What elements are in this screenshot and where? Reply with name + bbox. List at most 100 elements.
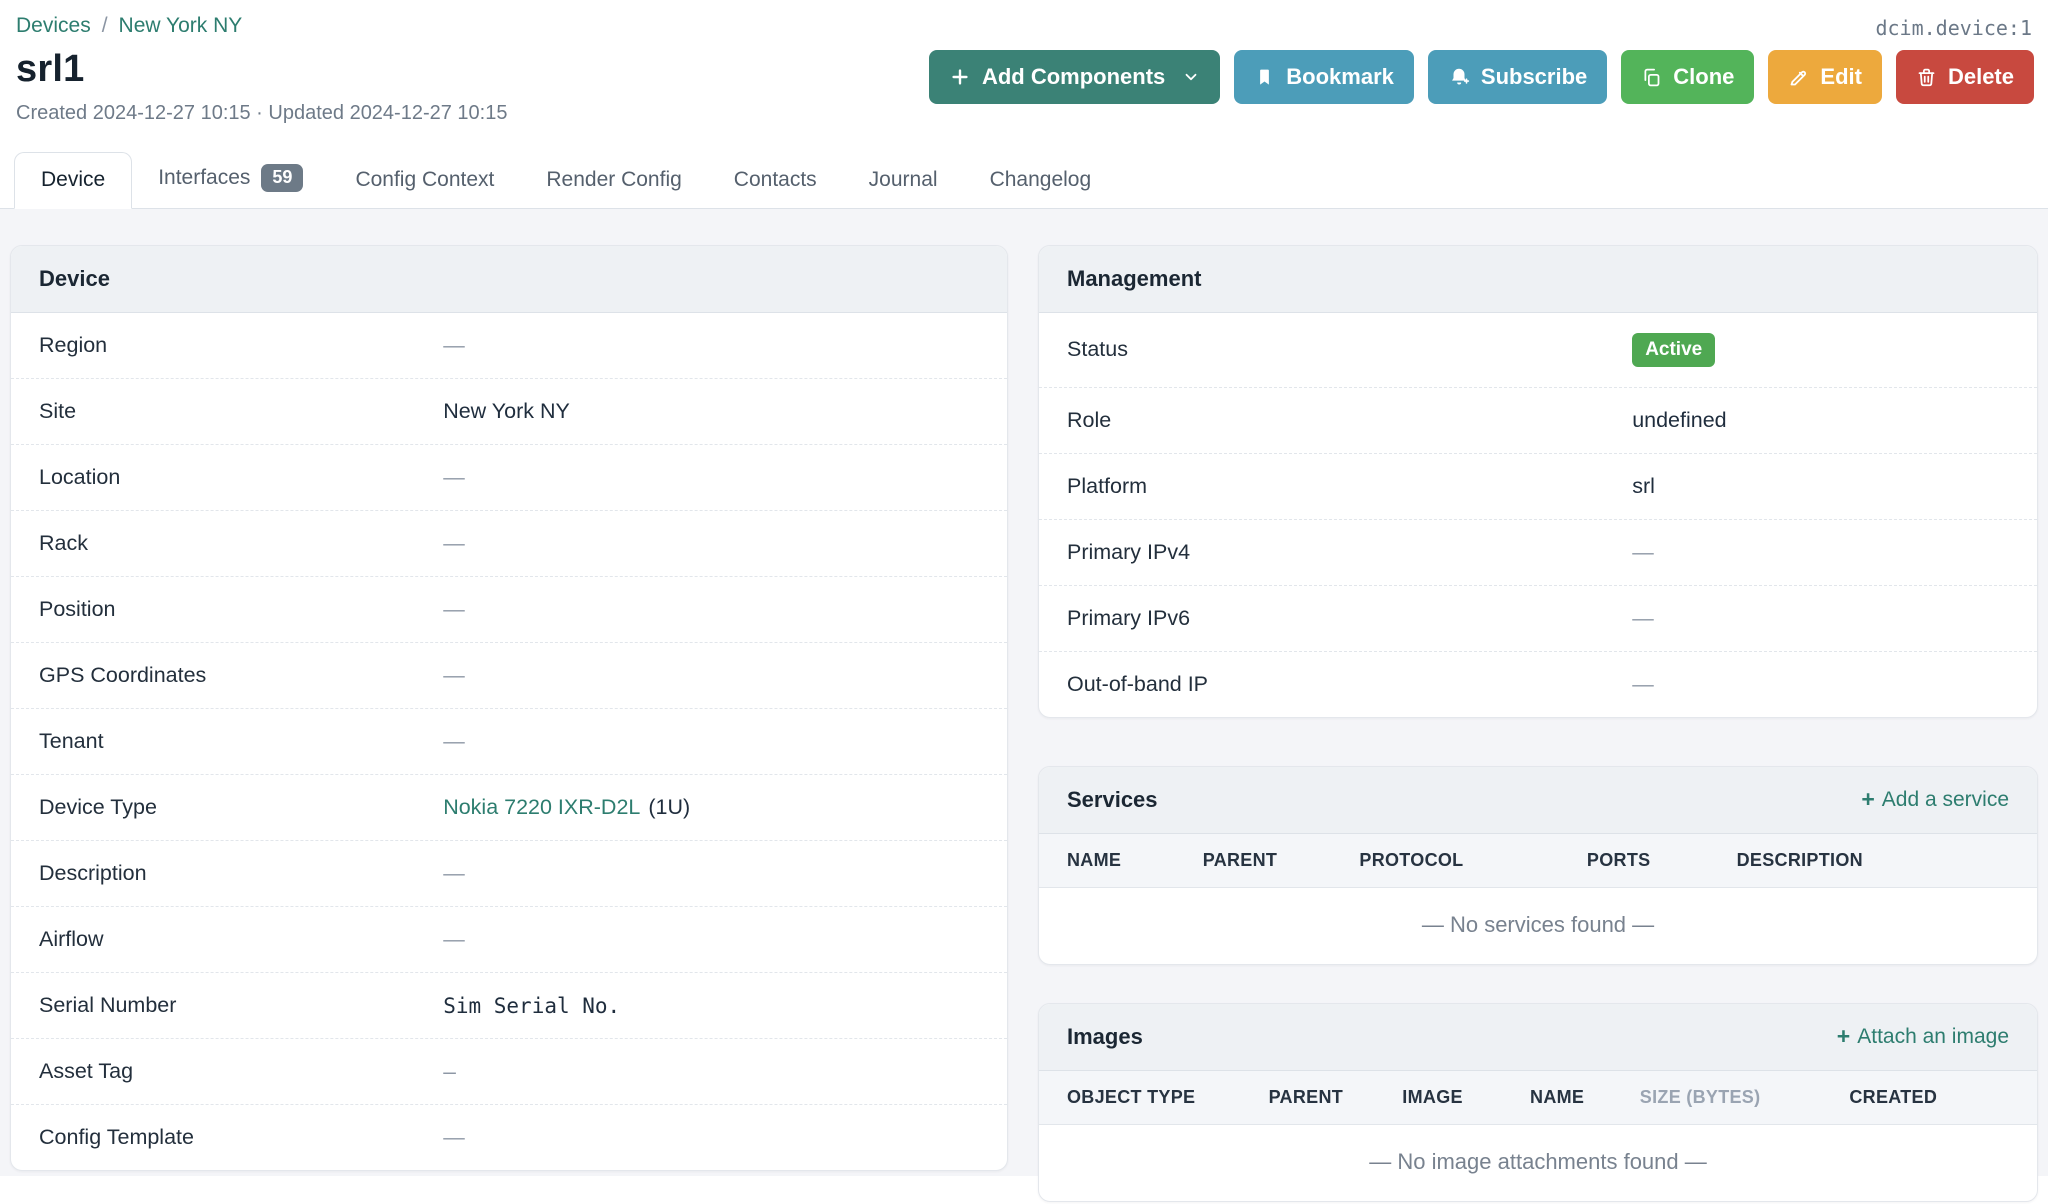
row-asset-tag: Asset Tag – <box>11 1039 1007 1105</box>
clone-button[interactable]: Clone <box>1621 50 1755 104</box>
subscribe-button[interactable]: Subscribe <box>1427 50 1608 104</box>
column-header-name: NAME <box>1506 1070 1616 1125</box>
row-serial-value: Sim Serial No. <box>443 993 621 1018</box>
row-primary-ipv6: Primary IPv6 — <box>1039 586 2037 652</box>
row-airflow-label: Airflow <box>39 927 104 951</box>
clone-label: Clone <box>1673 64 1735 89</box>
row-primary-ipv4: Primary IPv4 — <box>1039 520 2037 586</box>
row-ipv4-value: — <box>1632 539 1654 564</box>
images-card: Images + Attach an image OBJECT TYPE PAR… <box>1038 1002 2038 1202</box>
column-header-parent: PARENT <box>1244 1070 1379 1125</box>
page-header: srl1 Created 2024-12-27 10:15 · Updated … <box>0 40 2048 125</box>
add-components-button[interactable]: Add Components <box>928 50 1221 104</box>
row-description-label: Description <box>39 861 147 885</box>
row-tenant-value: — <box>443 729 465 753</box>
add-service-link[interactable]: + Add a service <box>1861 788 2009 812</box>
row-position-value: — <box>443 597 465 621</box>
tab-contacts[interactable]: Contacts <box>708 153 843 208</box>
breadcrumb-separator: / <box>101 14 108 37</box>
services-empty-message: — No services found — <box>1421 911 1655 937</box>
device-card: Device Region — Site New York NY Locatio… <box>10 245 1008 1171</box>
column-header-protocol: PROTOCOL <box>1335 833 1563 888</box>
row-platform-label: Platform <box>1067 473 1148 498</box>
row-serial-label: Serial Number <box>39 993 177 1017</box>
tab-device-label: Device <box>41 168 106 191</box>
tab-interfaces[interactable]: Interfaces 59 <box>132 149 329 208</box>
trash-icon <box>1916 67 1937 88</box>
services-card: Services + Add a service NAME PARENT PRO… <box>1038 765 2038 965</box>
row-oob-label: Out-of-band IP <box>1067 671 1209 696</box>
row-rack-value: — <box>443 531 465 555</box>
column-header-object-type: OBJECT TYPE <box>1039 1070 1245 1125</box>
row-tenant-label: Tenant <box>39 729 104 753</box>
tab-render-config[interactable]: Render Config <box>520 153 707 208</box>
delete-label: Delete <box>1947 64 2014 89</box>
column-header-description: DESCRIPTION <box>1712 833 2037 888</box>
images-empty-message: — No image attachments found — <box>1369 1148 1707 1174</box>
tab-changelog-label: Changelog <box>989 168 1092 191</box>
column-header-image: IMAGE <box>1378 1070 1507 1125</box>
status-badge: Active <box>1632 333 1716 367</box>
site-link[interactable]: New York NY <box>443 399 570 424</box>
row-region-value: — <box>443 333 465 357</box>
row-role-label: Role <box>1067 407 1112 432</box>
bell-plus-icon <box>1448 66 1470 88</box>
row-status-label: Status <box>1067 337 1128 362</box>
row-asset-tag-value: – <box>443 1059 456 1084</box>
column-header-parent: PARENT <box>1178 833 1336 888</box>
row-ipv6-label: Primary IPv6 <box>1067 605 1191 630</box>
row-position-label: Position <box>39 597 116 621</box>
breadcrumb-link-devices[interactable]: Devices <box>16 14 91 38</box>
services-table-header-row: NAME PARENT PROTOCOL PORTS DESCRIPTION <box>1039 833 2037 888</box>
row-platform: Platform srl <box>1039 454 2037 520</box>
created-updated-meta: Created 2024-12-27 10:15 · Updated 2024-… <box>16 102 508 124</box>
tab-changelog[interactable]: Changelog <box>964 153 1118 208</box>
role-link[interactable]: undefined <box>1632 408 1726 433</box>
column-header-name: NAME <box>1039 833 1179 888</box>
add-components-label: Add Components <box>981 64 1166 89</box>
images-table-header-row: OBJECT TYPE PARENT IMAGE NAME SIZE (BYTE… <box>1039 1070 2037 1125</box>
row-ipv6-value: — <box>1632 605 1654 630</box>
row-rack: Rack — <box>11 511 1007 577</box>
tab-config-context[interactable]: Config Context <box>329 153 520 208</box>
attach-image-label: Attach an image <box>1857 1024 2009 1048</box>
row-role: Role undefined <box>1039 388 2037 454</box>
row-oob-value: — <box>1632 671 1654 696</box>
plus-icon <box>949 66 971 88</box>
row-device-type: Device Type Nokia 7220 IXR-D2L (1U) <box>11 775 1007 841</box>
tab-device[interactable]: Device <box>14 152 133 209</box>
edit-button[interactable]: Edit <box>1768 50 1882 104</box>
delete-button[interactable]: Delete <box>1895 50 2034 104</box>
bookmark-icon <box>1254 67 1275 88</box>
management-card-title: Management <box>1067 266 1202 291</box>
row-description: Description — <box>11 841 1007 907</box>
row-position: Position — <box>11 577 1007 643</box>
row-rack-label: Rack <box>39 531 88 555</box>
row-gps-value: — <box>443 663 465 687</box>
row-region-label: Region <box>39 333 108 357</box>
row-oob-ip: Out-of-band IP — <box>1039 652 2037 717</box>
breadcrumb-link-site[interactable]: New York NY <box>119 14 243 38</box>
management-card-header: Management <box>1039 246 2037 313</box>
device-type-link[interactable]: Nokia 7220 IXR-D2L <box>443 795 640 819</box>
bookmark-button[interactable]: Bookmark <box>1234 50 1414 104</box>
row-config-template-value: — <box>443 1125 465 1149</box>
page-title: srl1 <box>16 48 85 90</box>
tab-journal[interactable]: Journal <box>843 153 964 208</box>
device-type-height: (1U) <box>648 795 691 819</box>
images-table: OBJECT TYPE PARENT IMAGE NAME SIZE (BYTE… <box>1039 1070 2037 1201</box>
device-card-header: Device <box>11 246 1007 313</box>
attach-image-link[interactable]: + Attach an image <box>1837 1025 2009 1049</box>
tab-config-context-label: Config Context <box>355 168 495 191</box>
pencil-icon <box>1788 67 1809 88</box>
images-card-header: Images + Attach an image <box>1039 1003 2037 1071</box>
row-gps-coordinates: GPS Coordinates — <box>11 643 1007 709</box>
services-card-title: Services <box>1067 786 1158 812</box>
platform-link[interactable]: srl <box>1632 474 1655 499</box>
row-location-value: — <box>443 465 465 489</box>
row-site: Site New York NY <box>11 379 1007 445</box>
column-header-ports: PORTS <box>1562 833 1713 888</box>
plus-icon: + <box>1836 1023 1851 1050</box>
services-empty-row: — No services found — <box>1039 887 2037 964</box>
tab-bar: Device Interfaces 59 Config Context Rend… <box>0 147 2048 209</box>
